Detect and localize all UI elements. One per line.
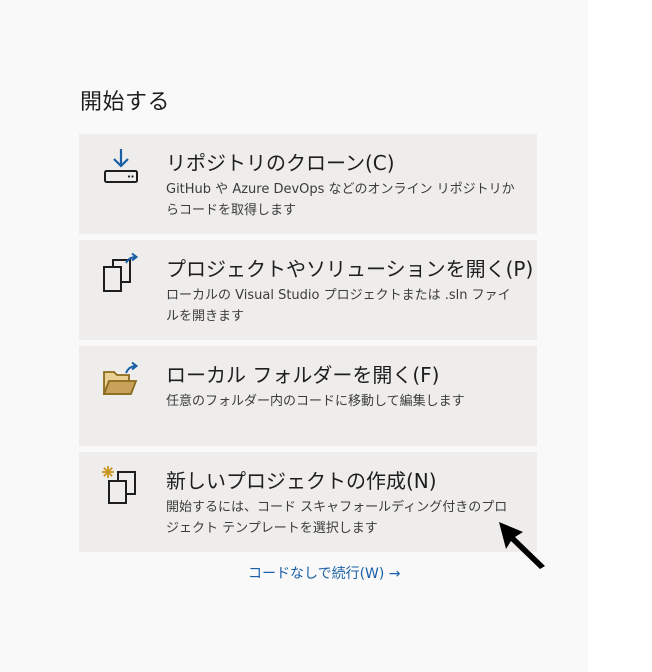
mouse-pointer-icon bbox=[499, 522, 545, 569]
open-folder-title: ローカル フォルダーを開く(F) bbox=[166, 363, 440, 387]
open-folder-description: 任意のフォルダー内のコードに移動して編集します bbox=[166, 394, 465, 409]
new-project-title: 新しいプロジェクトの作成(N) bbox=[166, 469, 437, 493]
clone-repository-description: GitHub や Azure DevOps などのオンライン リポジトリからコー… bbox=[166, 182, 515, 218]
open-project-title: プロジェクトやソリューションを開く(P) bbox=[166, 257, 534, 281]
clone-repository-title: リポジトリのクローン(C) bbox=[166, 151, 395, 175]
open-project-description: ローカルの Visual Studio プロジェクトまたは .sln ファイルを… bbox=[166, 288, 511, 324]
page-title: 開始する bbox=[80, 90, 171, 115]
open-folder-icon bbox=[102, 361, 139, 395]
open-project-icon bbox=[103, 252, 139, 292]
open-folder-card[interactable]: ローカル フォルダーを開く(F) 任意のフォルダー内のコードに移動して編集します bbox=[79, 346, 537, 446]
continue-without-code-link[interactable]: コードなしで続行(W) → bbox=[248, 563, 401, 583]
download-icon bbox=[104, 149, 138, 183]
clone-repository-card[interactable]: リポジトリのクローン(C) GitHub や Azure DevOps などのオ… bbox=[79, 134, 537, 234]
new-project-description: 開始するには、コード スキャフォールディング付きのプロジェクト テンプレートを選… bbox=[166, 500, 508, 536]
start-panel: 開始する リポジトリのクローン(C) GitHub や Azure DevOps… bbox=[0, 0, 588, 672]
open-project-card[interactable]: プロジェクトやソリューションを開く(P) ローカルの Visual Studio… bbox=[79, 240, 537, 340]
action-card-list: リポジトリのクローン(C) GitHub や Azure DevOps などのオ… bbox=[79, 134, 537, 558]
new-project-card[interactable]: 新しいプロジェクトの作成(N) 開始するには、コード スキャフォールディング付き… bbox=[79, 452, 537, 552]
new-project-icon bbox=[102, 466, 136, 504]
